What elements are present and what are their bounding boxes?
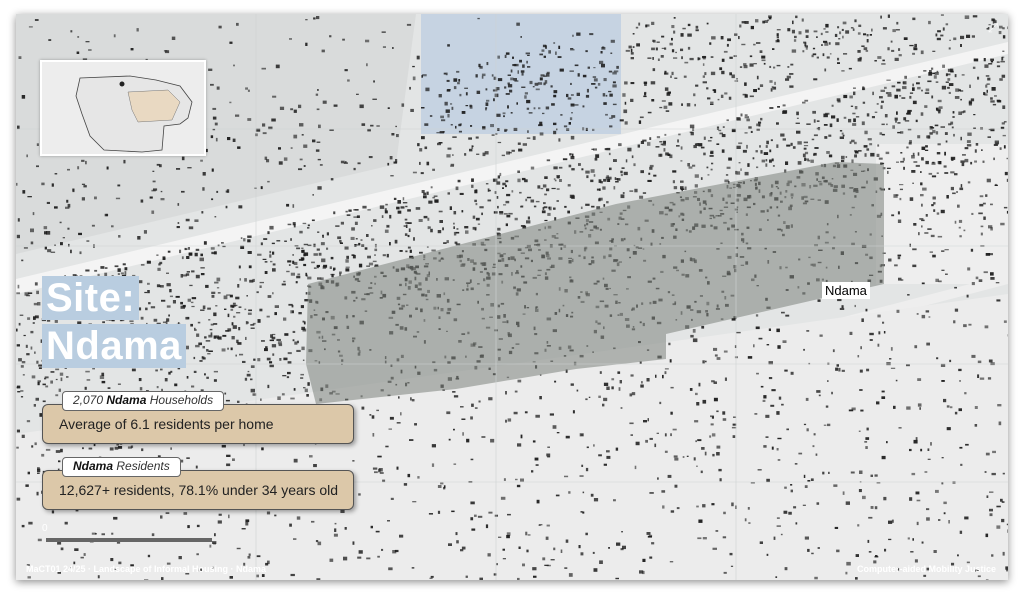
- households-tab: 2,070 Ndama Households: [62, 391, 225, 411]
- site-title-line2: Ndama: [42, 324, 186, 368]
- households-suffix: Households: [146, 393, 214, 407]
- footer-course: Computer-aided Mobility Justice: [856, 564, 996, 574]
- map-slide: ⤢ Site: Ndama Ndama Average of 6.1 resid…: [16, 14, 1008, 580]
- locator-inset-map: [40, 60, 206, 156]
- blue-zone-north: [421, 14, 621, 134]
- location-marker-icon: [119, 81, 125, 87]
- site-title-line1: Site:: [42, 276, 140, 320]
- residents-place: Ndama: [73, 459, 114, 473]
- footer-credit: MaCT01 24/25 · Landscape of Informal Hou…: [26, 564, 267, 574]
- scale-zero-label: 0: [42, 523, 48, 534]
- residents-suffix: Residents: [113, 459, 170, 473]
- households-place: Ndama: [106, 393, 147, 407]
- expand-icon[interactable]: ⤢: [988, 20, 998, 36]
- residents-tab: Ndama Residents: [62, 457, 181, 477]
- country-outline: [42, 62, 204, 154]
- place-label: Ndama: [822, 282, 870, 299]
- households-count: 2,070: [73, 393, 107, 407]
- scale-bar: [46, 538, 212, 542]
